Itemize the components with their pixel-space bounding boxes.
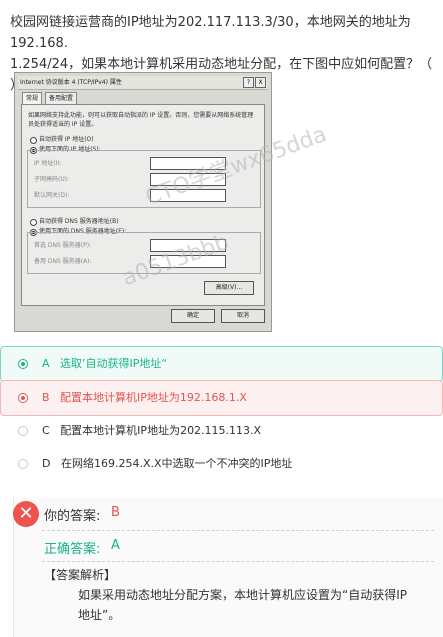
option-d-letter: D xyxy=(42,457,51,470)
radio-auto-dns-label: 自动获得 DNS 服务器地址(B) xyxy=(39,218,119,225)
option-b-radio-icon[interactable] xyxy=(18,393,28,403)
radio-auto-dns-icon xyxy=(30,219,37,226)
option-b-text: B 配置本地计算机IP地址为192.168.1.X xyxy=(42,381,247,415)
dialog-screenshot: Internet 协议版本 4 (TCP/IPv4) 属性 ? X 常规 备用配… xyxy=(14,72,272,332)
option-d-text: D 在网络169.254.X.X中选取一个不冲突的IP地址 xyxy=(42,447,292,481)
option-c-letter: C xyxy=(42,424,50,437)
option-b[interactable]: B 配置本地计算机IP地址为192.168.1.X xyxy=(0,380,443,416)
answer-divider-1 xyxy=(42,530,434,531)
option-c-radio-icon[interactable] xyxy=(18,426,28,436)
option-a-letter: A xyxy=(42,357,50,370)
analysis-text: 如果采用动态地址分配方案，本地计算机应设置为“自动获得IP 地址”。 xyxy=(78,588,407,622)
correct-answer-label: 正确答案: xyxy=(44,542,101,557)
option-d-label: 在网络169.254.X.X中选取一个不冲突的IP地址 xyxy=(60,457,293,470)
subnet-mask-label: 子网掩码(U): xyxy=(34,176,70,183)
your-answer-label: 你的答案: xyxy=(44,509,101,524)
dialog-description: 如果网络支持此功能，则可以获取自动指派的 IP 设置。否则，您需要从网络系统管理… xyxy=(28,112,254,128)
ok-button: 确定 xyxy=(171,309,215,323)
cancel-button: 取消 xyxy=(221,309,265,323)
radio-auto-ip-icon xyxy=(30,137,37,144)
option-c-text: C 配置本地计算机IP地址为202.115.113.X xyxy=(42,414,261,448)
option-a[interactable]: A 选取’自动获得IP地址“ xyxy=(0,346,443,382)
alternate-dns-label: 备用 DNS 服务器(A): xyxy=(34,258,92,265)
ip-address-label: IP 地址(I): xyxy=(34,160,62,167)
correct-answer-value: A xyxy=(111,538,120,553)
advanced-button: 高级(V)... xyxy=(204,281,254,295)
option-c[interactable]: C 配置本地计算机IP地址为202.115.113.X xyxy=(0,413,443,449)
default-gateway-label: 默认网关(D): xyxy=(34,192,70,199)
your-answer-value: B xyxy=(111,505,120,520)
option-a-radio-icon[interactable] xyxy=(18,359,28,369)
analysis-title: 【答案解析】 xyxy=(44,568,117,582)
option-d[interactable]: D 在网络169.254.X.X中选取一个不冲突的IP地址 xyxy=(0,446,443,482)
close-icon: X xyxy=(255,77,266,88)
help-icon: ? xyxy=(243,77,254,88)
option-a-text: A 选取’自动获得IP地址“ xyxy=(42,347,167,381)
radio-auto-ip-label: 自动获得 IP 地址(O) xyxy=(39,136,94,143)
wrong-x-icon: ✕ xyxy=(13,501,39,527)
dialog-title: Internet 协议版本 4 (TCP/IPv4) 属性 xyxy=(20,79,122,86)
option-b-letter: B xyxy=(42,391,50,404)
answer-divider-2 xyxy=(42,561,434,562)
option-a-label: 选取’自动获得IP地址“ xyxy=(60,357,168,370)
option-b-label: 配置本地计算机IP地址为192.168.1.X xyxy=(60,391,247,404)
option-d-radio-icon[interactable] xyxy=(18,459,28,469)
preferred-dns-label: 首选 DNS 服务器(P): xyxy=(34,242,92,249)
option-c-label: 配置本地计算机IP地址为202.115.113.X xyxy=(60,424,262,437)
dialog-title-bar: Internet 协议版本 4 (TCP/IPv4) 属性 ? X xyxy=(18,76,268,90)
